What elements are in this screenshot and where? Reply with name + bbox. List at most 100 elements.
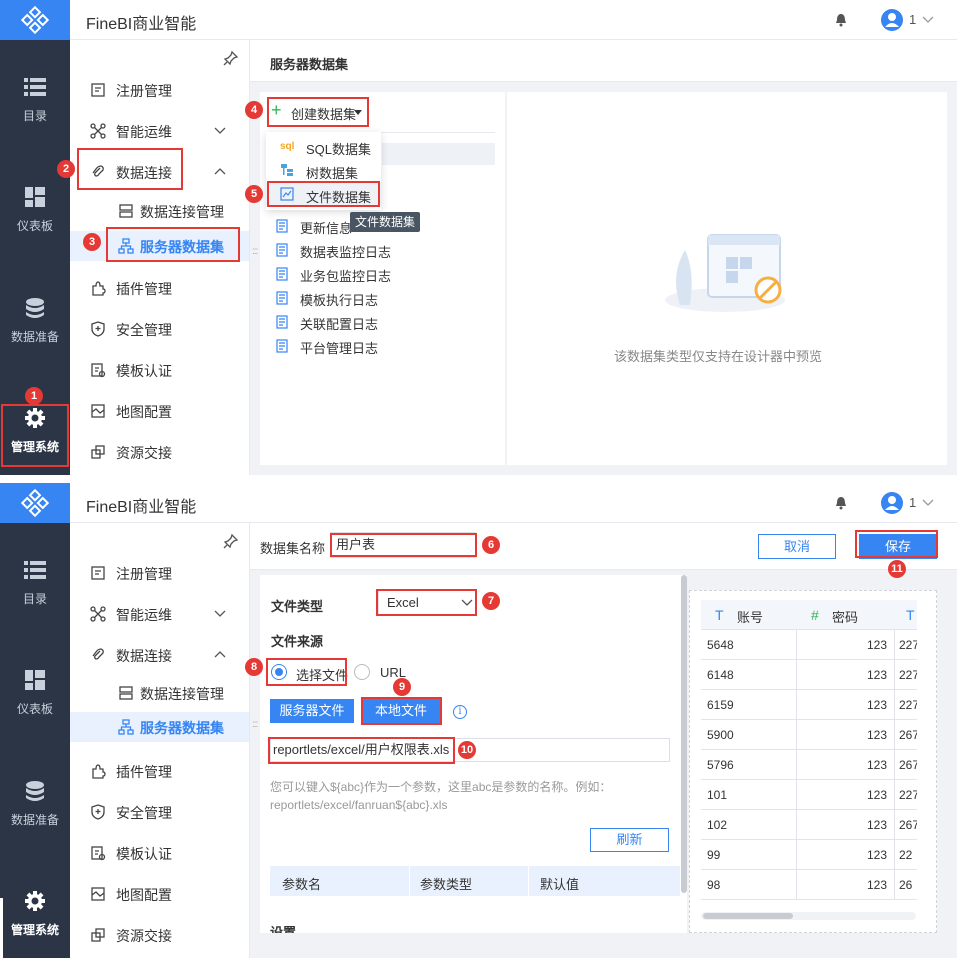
- chevron-up-icon: [214, 651, 226, 658]
- user-name[interactable]: 1: [909, 12, 916, 27]
- refresh-button[interactable]: 刷新: [590, 828, 669, 852]
- sidebar-item-register[interactable]: 注册管理: [70, 77, 249, 103]
- sidebar-item-plugin[interactable]: 插件管理: [70, 275, 249, 301]
- cancel-button[interactable]: 取消: [758, 534, 836, 559]
- pin-icon[interactable]: [223, 50, 239, 66]
- sidebar-item-label: 注册管理: [116, 566, 172, 582]
- table-cell: 22: [899, 848, 913, 862]
- table-cell: 6148: [707, 668, 734, 682]
- table-cell: 5648: [707, 638, 734, 652]
- step-badge: 9: [393, 678, 411, 696]
- info-icon[interactable]: i: [453, 705, 467, 719]
- sidebar-item-map[interactable]: 地图配置: [70, 881, 249, 907]
- menu-item-label: 树数据集: [306, 166, 359, 181]
- avatar[interactable]: [881, 9, 903, 31]
- column-header: 默认值: [540, 877, 580, 892]
- dark-nav-catalog[interactable]: 目录: [0, 560, 70, 607]
- sidebar-resize-handle[interactable]: :::: [252, 720, 258, 730]
- sidebar-item-label: 地图配置: [116, 887, 172, 903]
- logo-icon: [20, 488, 50, 518]
- ops-icon: [90, 123, 106, 139]
- pin-icon[interactable]: [223, 533, 239, 549]
- sidebar-item-server-dataset[interactable]: 服务器数据集: [70, 712, 249, 742]
- sidebar-item-ops[interactable]: 智能运维: [70, 118, 249, 144]
- dark-nav-dashboard[interactable]: 仪表板: [0, 670, 70, 717]
- server-file-button[interactable]: 服务器文件: [270, 699, 354, 723]
- table-cell: 123: [866, 788, 887, 802]
- dataset-name-label: 数据集名称: [260, 541, 326, 556]
- bell-icon[interactable]: [835, 496, 847, 510]
- log-icon: [276, 339, 288, 353]
- sidebar-item-label: 模板认证: [116, 363, 172, 379]
- plugin-icon: [92, 281, 106, 296]
- avatar[interactable]: [881, 492, 903, 514]
- sidebar-item-connection-manage[interactable]: 数据连接管理: [70, 680, 249, 706]
- sidebar-item-template-auth[interactable]: 模板认证: [70, 357, 249, 383]
- app-logo[interactable]: [0, 483, 70, 523]
- text-type-icon: T: [715, 607, 724, 623]
- radio-url[interactable]: [354, 664, 370, 680]
- app-logo[interactable]: [0, 0, 70, 40]
- file-type-label: 文件类型: [271, 599, 324, 614]
- empty-illustration: [665, 234, 785, 312]
- menu-item-label: SQL数据集: [306, 142, 372, 157]
- top-header: FineBI商业智能 1: [70, 483, 957, 523]
- column-header: 账号: [737, 610, 764, 625]
- menu-item-tree-dataset[interactable]: 树数据集: [266, 159, 381, 181]
- sidebar-item-label: 资源交接: [116, 928, 172, 944]
- scrollbar-vertical[interactable]: [681, 575, 687, 893]
- table-cell: 98: [707, 878, 721, 892]
- log-icon: [276, 219, 288, 233]
- sidebar: 注册管理 智能运维 数据连接 数据连接管理 服务器数据集 插件管理 安全管理 模…: [70, 523, 250, 958]
- dark-nav-catalog[interactable]: 目录: [0, 77, 70, 124]
- sidebar-item-ops[interactable]: 智能运维: [70, 601, 249, 627]
- preview-header-row: T 账号 # 密码 T: [701, 600, 917, 630]
- dark-nav-data-prep[interactable]: 数据准备: [0, 781, 70, 828]
- table-cell: 123: [866, 878, 887, 892]
- step-badge: 11: [888, 560, 906, 578]
- sidebar-item-handover[interactable]: 资源交接: [70, 922, 249, 948]
- sidebar-item-template-auth[interactable]: 模板认证: [70, 840, 249, 866]
- sidebar-item-security[interactable]: 安全管理: [70, 316, 249, 342]
- dark-nav-label: 目录: [22, 592, 47, 606]
- sidebar-resize-handle[interactable]: :::: [252, 247, 258, 257]
- table-cell: 123: [866, 698, 887, 712]
- chevron-down-icon[interactable]: [921, 495, 935, 509]
- table-row: 102 123 267: [701, 810, 917, 840]
- table-cell: 6159: [707, 698, 734, 712]
- link-icon: [92, 648, 104, 660]
- sidebar-item-register[interactable]: 注册管理: [70, 560, 249, 586]
- sidebar-item-security[interactable]: 安全管理: [70, 799, 249, 825]
- menu-item-sql-dataset[interactable]: sql SQL数据集: [266, 135, 381, 157]
- dark-nav-data-prep[interactable]: 数据准备: [0, 298, 70, 345]
- sidebar-item-map[interactable]: 地图配置: [70, 398, 249, 424]
- list-item-label: 模板执行日志: [300, 293, 379, 308]
- chevron-down-icon: [214, 127, 226, 134]
- dark-nav-dashboard[interactable]: 仪表板: [0, 187, 70, 234]
- chevron-down-icon[interactable]: [921, 12, 935, 26]
- table-row: 99 123 22: [701, 840, 917, 870]
- table-cell: 123: [866, 668, 887, 682]
- sidebar-item-connection-manage[interactable]: 数据连接管理: [70, 198, 249, 224]
- table-cell: 123: [866, 638, 887, 652]
- sidebar-item-label: 数据连接: [116, 648, 172, 664]
- table-cell: 101: [707, 788, 728, 802]
- dark-nav-admin[interactable]: 管理系统: [0, 891, 70, 938]
- dark-nav: 目录 仪表板 数据准备 管理系统: [0, 483, 70, 958]
- user-name[interactable]: 1: [909, 495, 916, 510]
- register-icon: [91, 83, 105, 97]
- scrollbar-horizontal[interactable]: [703, 913, 793, 919]
- sidebar-item-plugin[interactable]: 插件管理: [70, 758, 249, 784]
- step-badge: 10: [458, 741, 476, 759]
- table-cell: 227: [899, 638, 917, 652]
- table-cell: 227: [899, 668, 917, 682]
- table-cell: 5796: [707, 758, 734, 772]
- sidebar-item-handover[interactable]: 资源交接: [70, 439, 249, 465]
- step-badge: 1: [25, 387, 43, 405]
- list-item-label: 更新信息: [300, 221, 353, 236]
- logo-icon: [20, 5, 50, 35]
- map-icon: [91, 887, 105, 901]
- sidebar-item-data-connection[interactable]: 数据连接: [70, 642, 249, 668]
- table-cell: 123: [866, 758, 887, 772]
- bell-icon[interactable]: [835, 13, 847, 27]
